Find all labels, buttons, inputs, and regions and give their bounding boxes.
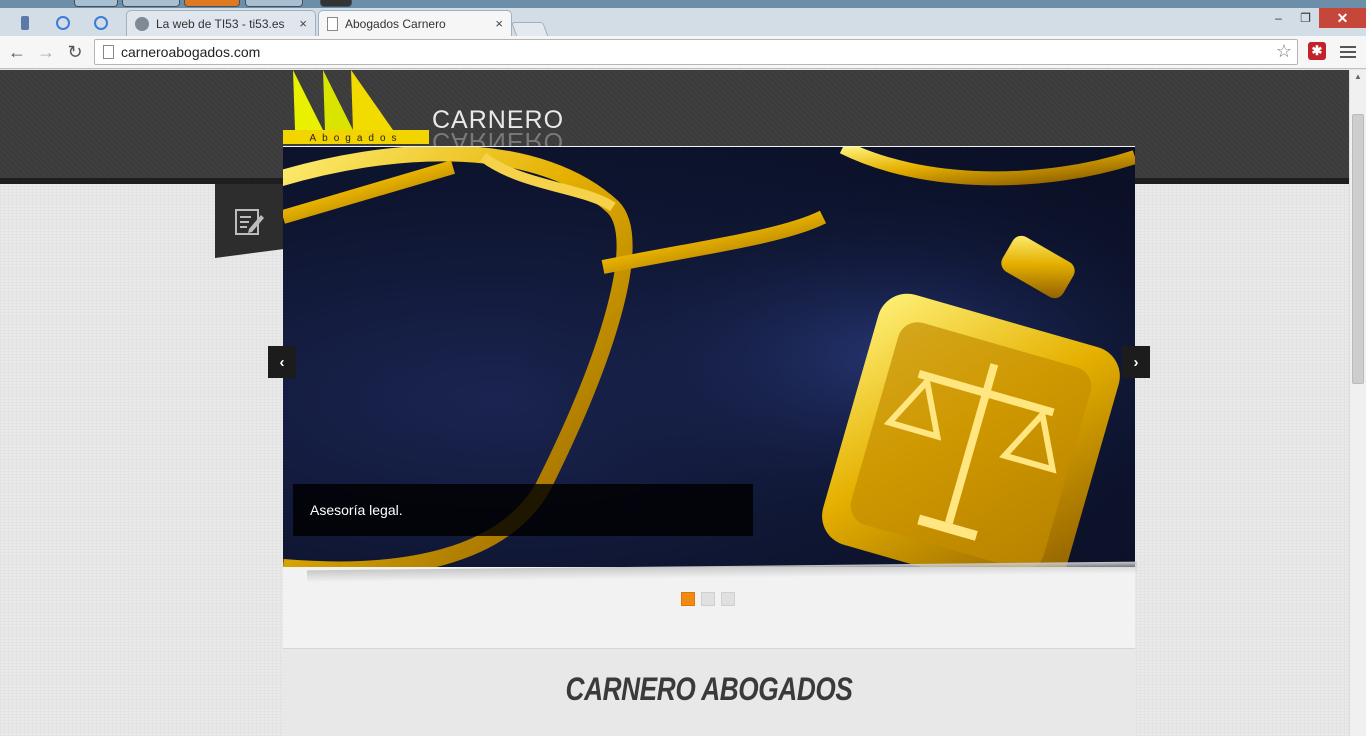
taskbar-button[interactable] (320, 0, 352, 7)
pinned-tab[interactable] (48, 10, 78, 36)
page-icon (103, 45, 114, 59)
taskbar-button[interactable] (122, 0, 180, 7)
pinned-tab[interactable] (10, 10, 40, 36)
reload-button[interactable]: ↻ (64, 41, 86, 63)
back-button[interactable]: ← (6, 41, 28, 63)
intro-section: CARNERO ABOGADOS (283, 648, 1135, 736)
url-text: carneroabogados.com (121, 44, 261, 60)
forward-button[interactable]: → (35, 41, 57, 63)
restore-button[interactable]: ❐ (1292, 8, 1319, 28)
slider-prev-button[interactable]: ‹ (268, 346, 296, 378)
os-taskbar-strip (0, 0, 1366, 8)
globe-icon (135, 16, 149, 31)
taskbar-button[interactable] (74, 0, 118, 7)
logo-subtitle: Abogados (309, 133, 402, 144)
side-tab[interactable] (215, 184, 283, 258)
chrome-menu-button[interactable] (1340, 44, 1356, 60)
page-viewport: Abogados CARNERO CARNERO Asesoría legal.… (0, 70, 1349, 736)
carnero-logo[interactable]: Abogados (283, 70, 433, 146)
tab-close-icon[interactable]: × (495, 16, 503, 31)
slider-pagination (681, 592, 735, 606)
slider-dot[interactable] (701, 592, 715, 606)
extension-icon[interactable]: ✱ (1308, 42, 1326, 60)
edit-note-icon (235, 209, 264, 235)
page-icon (327, 16, 338, 31)
browser-toolbar: ← → ↻ carneroabogados.com ☆ ✱ (0, 36, 1366, 69)
slider-next-button[interactable]: › (1122, 346, 1150, 378)
taskbar-button[interactable] (245, 0, 303, 7)
logo-wordmark-reflection: CARNERO (432, 128, 565, 148)
scrollbar-thumb[interactable] (1352, 114, 1364, 384)
tab-title: Abogados Carnero (345, 16, 446, 31)
window-close-button[interactable]: ✕ (1319, 8, 1366, 28)
refresh-tab-icon (56, 16, 70, 30)
window-controls: ‒ ❐ ✕ (1265, 8, 1366, 30)
slider-dot[interactable] (721, 592, 735, 606)
tab-title: La web de TI53 - ti53.es (156, 16, 285, 31)
slide-caption: Asesoría legal. (293, 484, 753, 536)
tab-abogados-carnero[interactable]: Abogados Carnero × (318, 10, 512, 36)
lock-tab-icon (21, 16, 29, 30)
section-title: CARNERO ABOGADOS (565, 671, 853, 707)
scroll-up-icon[interactable]: ▲ (1354, 72, 1362, 81)
page-scrollbar[interactable]: ▲ (1349, 70, 1366, 736)
refresh-tab-icon (94, 16, 108, 30)
tab-strip: La web de TI53 - ti53.es × Abogados Carn… (0, 8, 1366, 38)
taskbar-button[interactable] (184, 0, 240, 7)
bookmark-star-icon[interactable]: ☆ (1276, 41, 1292, 62)
tab-ti53[interactable]: La web de TI53 - ti53.es × (126, 10, 316, 36)
minimize-button[interactable]: ‒ (1265, 8, 1292, 28)
address-bar[interactable]: carneroabogados.com ☆ (94, 39, 1298, 65)
tab-close-icon[interactable]: × (299, 16, 307, 31)
slider-dot[interactable] (681, 592, 695, 606)
pinned-tab[interactable] (86, 10, 116, 36)
